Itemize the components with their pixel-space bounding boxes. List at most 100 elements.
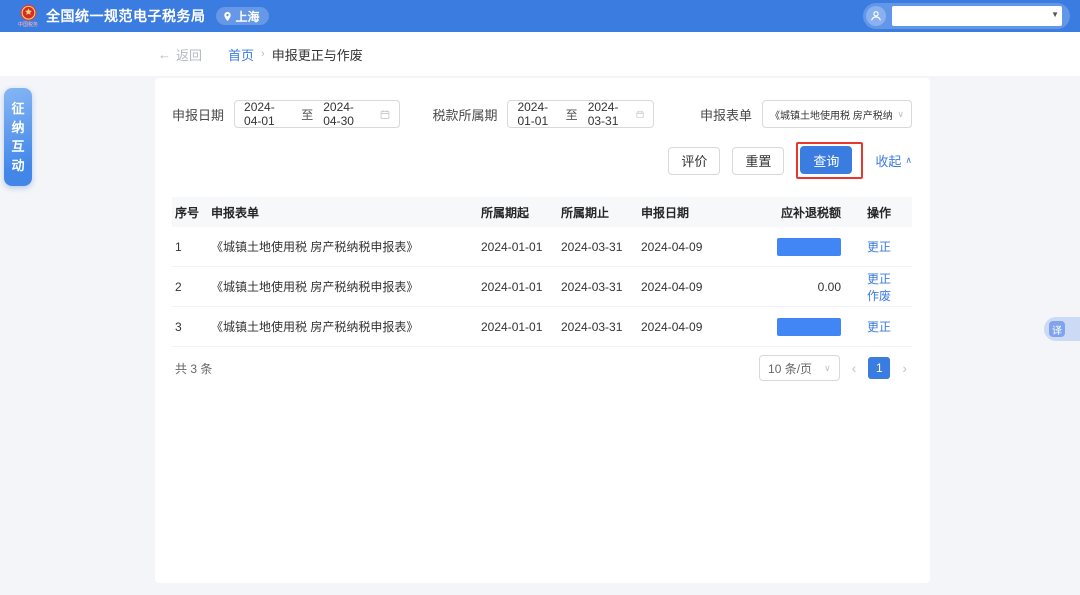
pagination: 10 条/页 ∨ ‹ 1 › [759, 355, 909, 381]
side-tab-char: 纳 [4, 118, 32, 137]
void-link[interactable]: 作废 [867, 289, 891, 303]
row-period-end: 2024-03-31 [561, 320, 641, 334]
side-tab-char: 互 [4, 137, 32, 156]
next-page-button[interactable]: › [900, 360, 909, 376]
row-form: 《城镇土地使用税 房产税纳税申报表》 [211, 238, 481, 255]
chevron-down-icon: ∨ [824, 363, 831, 374]
row-form: 《城镇土地使用税 房产税纳税申报表》 [211, 318, 481, 335]
form-select-value: 《城镇土地使用税 房产税纳税申报... [770, 107, 893, 122]
emblem-icon [19, 4, 38, 23]
collapse-label: 收起 [875, 151, 901, 170]
user-icon [869, 9, 883, 23]
filing-date-range-picker[interactable]: 2024-04-01 至 2024-04-30 [234, 100, 400, 128]
row-actions: 更正 [843, 318, 909, 335]
row-amount: 0.00 [741, 280, 843, 294]
row-filing-date: 2024-04-09 [641, 280, 741, 294]
row-filing-date: 2024-04-09 [641, 240, 741, 254]
calendar-icon[interactable] [380, 108, 390, 121]
total-count: 共 3 条 [175, 360, 212, 377]
row-period-start: 2024-01-01 [481, 320, 561, 334]
table-row: 2 《城镇土地使用税 房产税纳税申报表》 2024-01-01 2024-03-… [172, 267, 912, 307]
logo-caption: 中国税务 [18, 23, 38, 28]
evaluate-button[interactable]: 评价 [668, 147, 720, 175]
tax-period-label: 税款所属期 [432, 105, 497, 124]
table-row: 3 《城镇土地使用税 房产税纳税申报表》 2024-01-01 2024-03-… [172, 307, 912, 347]
page-size-select[interactable]: 10 条/页 ∨ [759, 355, 840, 381]
filing-date-start[interactable]: 2024-04-01 [244, 100, 291, 128]
breadcrumb-separator: › [261, 48, 265, 60]
user-account-input[interactable] [892, 6, 1062, 26]
table-footer: 共 3 条 10 条/页 ∨ ‹ 1 › [172, 347, 912, 389]
amount-redacted-block [777, 318, 841, 336]
collapse-toggle[interactable]: 收起 ∧ [875, 151, 912, 170]
range-to-label: 至 [301, 106, 313, 123]
app-title: 全国统一规范电子税务局 [46, 6, 206, 26]
app-header: 中国税务 全国统一规范电子税务局 上海 ▼ [0, 0, 1080, 32]
avatar[interactable] [866, 6, 886, 26]
breadcrumb-home[interactable]: 首页 [228, 45, 254, 64]
annotation-highlight: 查询 [796, 142, 863, 179]
table-row: 1 《城镇土地使用税 房产税纳税申报表》 2024-01-01 2024-03-… [172, 227, 912, 267]
filing-date-end[interactable]: 2024-04-30 [323, 100, 370, 128]
current-page-button[interactable]: 1 [868, 357, 890, 379]
table-header: 序号 申报表单 所属期起 所属期止 申报日期 应补退税额 操作 [172, 197, 912, 227]
sidebar-tab-interaction[interactable]: 征 纳 互 动 [4, 88, 32, 186]
results-table: 序号 申报表单 所属期起 所属期止 申报日期 应补退税额 操作 1 《城镇土地使… [172, 197, 912, 389]
tax-period-range-picker[interactable]: 2024-01-01 至 2024-03-31 [507, 100, 654, 128]
query-button[interactable]: 查询 [800, 146, 852, 174]
row-amount [741, 238, 843, 256]
prev-page-button[interactable]: ‹ [850, 360, 859, 376]
calendar-icon[interactable] [636, 108, 644, 121]
row-seq: 3 [175, 320, 211, 334]
row-actions: 更正 作废 [843, 270, 909, 304]
reset-button[interactable]: 重置 [732, 147, 784, 175]
filing-date-label: 申报日期 [172, 105, 224, 124]
page-size-value: 10 条/页 [768, 360, 812, 377]
side-tab-char: 征 [4, 99, 32, 118]
col-seq: 序号 [175, 204, 211, 221]
col-amount: 应补退税额 [741, 204, 843, 221]
back-label: 返回 [176, 45, 202, 64]
chevron-up-icon: ∧ [905, 155, 912, 166]
breadcrumb: ← 返回 首页 › 申报更正与作废 [0, 32, 1080, 76]
translate-icon: 译 [1049, 321, 1065, 337]
col-form: 申报表单 [211, 204, 481, 221]
filter-row: 申报日期 2024-04-01 至 2024-04-30 税款所属期 2024-… [172, 100, 912, 128]
row-seq: 2 [175, 280, 211, 294]
row-period-start: 2024-01-01 [481, 240, 561, 254]
side-tab-char: 动 [4, 156, 32, 175]
form-select[interactable]: 《城镇土地使用税 房产税纳税申报... ∨ [762, 100, 912, 128]
tax-period-end[interactable]: 2024-03-31 [588, 100, 626, 128]
correct-link[interactable]: 更正 [867, 320, 891, 334]
tax-period-start[interactable]: 2024-01-01 [517, 100, 555, 128]
col-period-start: 所属期起 [481, 204, 561, 221]
user-widget[interactable]: ▼ [863, 3, 1070, 29]
breadcrumb-current: 申报更正与作废 [272, 45, 363, 64]
row-form: 《城镇土地使用税 房产税纳税申报表》 [211, 278, 481, 295]
location-pill[interactable]: 上海 [216, 7, 269, 25]
location-label: 上海 [236, 8, 260, 25]
translate-float-button[interactable]: 译 [1044, 317, 1080, 341]
row-seq: 1 [175, 240, 211, 254]
col-actions: 操作 [843, 204, 909, 221]
row-actions: 更正 [843, 238, 909, 255]
correct-link[interactable]: 更正 [867, 272, 891, 286]
back-arrow-icon: ← [158, 47, 171, 62]
amount-redacted-block [777, 238, 841, 256]
row-period-start: 2024-01-01 [481, 280, 561, 294]
row-filing-date: 2024-04-09 [641, 320, 741, 334]
main-card: 申报日期 2024-04-01 至 2024-04-30 税款所属期 2024-… [155, 78, 930, 583]
row-period-end: 2024-03-31 [561, 280, 641, 294]
col-period-end: 所属期止 [561, 204, 641, 221]
chevron-down-icon: ∨ [897, 109, 904, 120]
location-pin-icon [222, 11, 233, 22]
range-to-label: 至 [566, 106, 578, 123]
row-period-end: 2024-03-31 [561, 240, 641, 254]
form-select-label: 申报表单 [700, 105, 752, 124]
back-button[interactable]: ← 返回 [158, 45, 202, 64]
correct-link[interactable]: 更正 [867, 240, 891, 254]
toolbar: 评价 重置 查询 收起 ∧ [172, 142, 912, 179]
amount-value: 0.00 [818, 280, 841, 294]
user-dropdown-caret-icon[interactable]: ▼ [1051, 10, 1059, 19]
tax-emblem-logo: 中国税务 [18, 4, 38, 28]
